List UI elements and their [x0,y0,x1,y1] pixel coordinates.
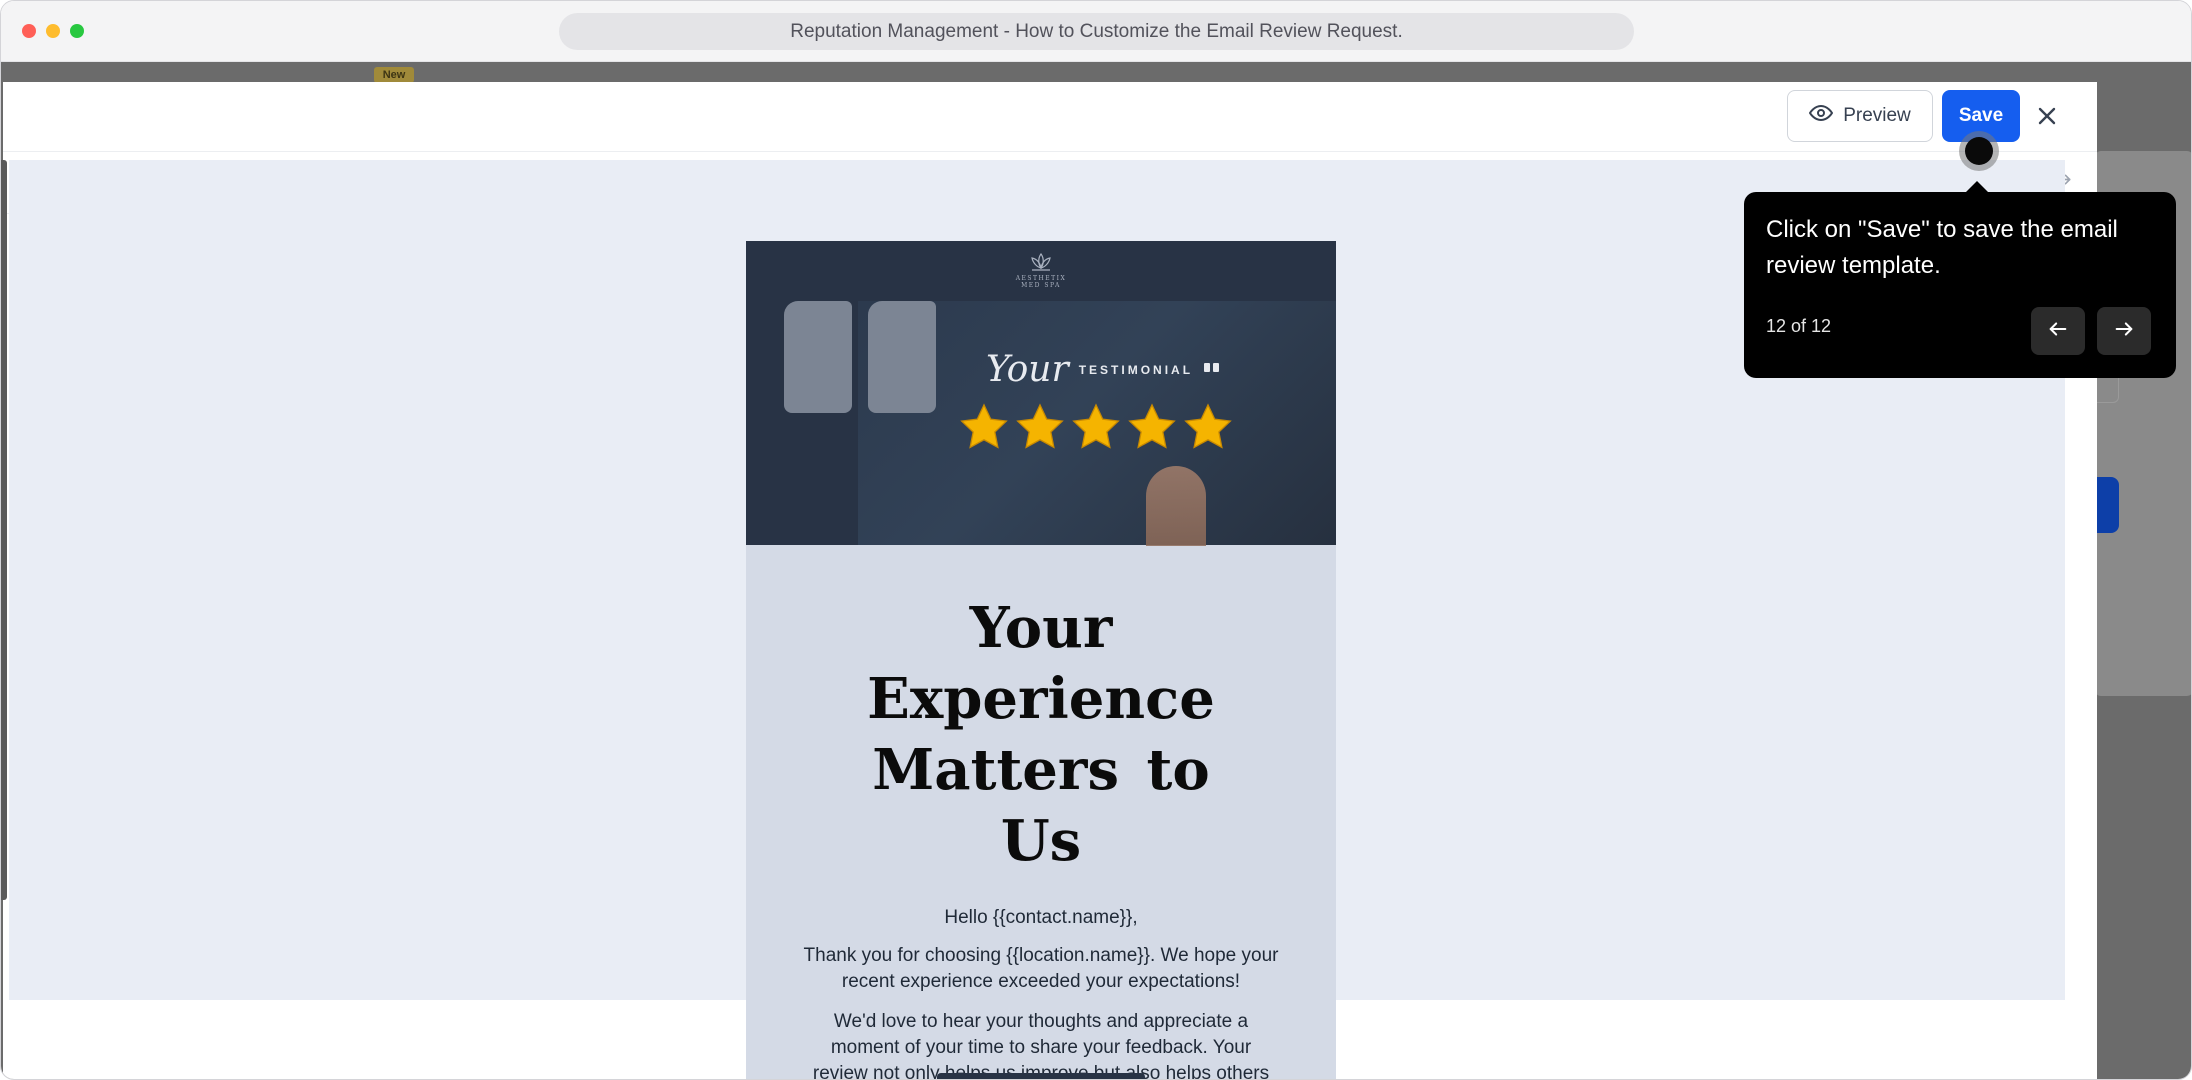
testimonial-heading: Your TESTIMONIAL [986,349,1221,390]
browser-window: Reputation Management - How to Customize… [0,0,2192,1080]
preview-button[interactable]: Preview [1787,90,1933,142]
window-title: Reputation Management - How to Customize… [559,13,1634,50]
tooltip-next-button[interactable] [2097,307,2151,355]
star-icon [960,403,1008,449]
minimize-window-button[interactable] [46,24,60,38]
tooltip-prev-button[interactable] [2031,307,2085,355]
close-icon[interactable] [2027,96,2067,136]
tooltip-step-counter: 12 of 12 [1766,316,1832,336]
title-bar: Reputation Management - How to Customize… [1,1,2191,62]
guide-tooltip: Click on "Save" to save the email review… [1744,192,2176,378]
email-body: Your Experience Matters to Us Hello {{co… [746,545,1336,1080]
new-badge: New [374,67,414,83]
star-icon [1016,403,1064,449]
email-preview[interactable]: AESTHETIX MED SPA Your TESTIMONIAL Your … [746,241,1336,1080]
hand-image [1146,466,1206,546]
email-paragraph-1: Thank you for choosing {{location.name}}… [803,945,1279,992]
email-headline: Your Experience Matters to Us [867,595,1215,874]
star-rating [958,401,1234,453]
left-panel-edge [1,160,7,900]
star-icon [1072,403,1120,449]
email-greeting: Hello {{contact.name}}, [944,907,1138,928]
quote-mark [868,301,936,413]
logo-text: AESTHETIX MED SPA [1015,275,1067,289]
editor-header: Preview Save [3,82,2097,152]
arrow-left-icon [2047,318,2069,345]
background-button [2095,477,2119,533]
star-icon [1184,403,1232,449]
star-icon [1128,403,1176,449]
quote-mark [784,301,852,413]
email-cta-button[interactable] [937,1073,1145,1079]
tooltip-text: Click on "Save" to save the email review… [1766,216,2118,279]
brand-logo: AESTHETIX MED SPA [1011,251,1071,299]
testimonial-label: TESTIMONIAL [1078,362,1194,377]
close-window-button[interactable] [22,24,36,38]
email-hero-banner: AESTHETIX MED SPA Your TESTIMONIAL [746,241,1336,546]
preview-label: Preview [1843,105,1911,126]
testimonial-script: Your [986,349,1069,390]
email-paragraph-2: We'd love to hear your thoughts and appr… [812,1011,1270,1080]
arrow-right-icon [2113,318,2135,345]
cursor-highlight [1959,131,1999,171]
maximize-window-button[interactable] [70,24,84,38]
eye-icon [1809,101,1834,131]
quote-icon [1203,360,1221,379]
